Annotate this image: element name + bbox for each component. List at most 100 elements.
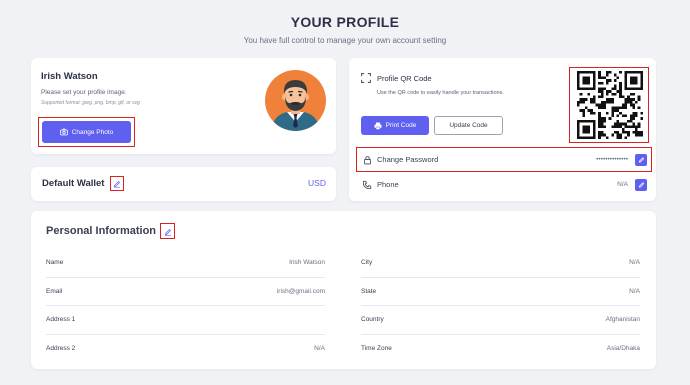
info-value: N/A bbox=[314, 345, 325, 353]
qr-module bbox=[584, 136, 588, 139]
qr-module bbox=[640, 87, 643, 91]
qr-module bbox=[611, 98, 614, 101]
qr-module bbox=[592, 119, 596, 123]
qr-module bbox=[619, 111, 622, 115]
qr-module bbox=[598, 133, 601, 137]
qr-module bbox=[606, 81, 609, 85]
qr-module bbox=[582, 100, 585, 104]
info-value: Irish Watson bbox=[289, 259, 325, 267]
change-photo-label: Change Photo bbox=[71, 128, 114, 136]
qr-module bbox=[582, 81, 585, 85]
pencil-icon bbox=[113, 179, 121, 188]
qr-module bbox=[598, 111, 601, 115]
phone-edit-button[interactable] bbox=[635, 178, 647, 191]
qr-module bbox=[590, 71, 593, 74]
qr-module bbox=[600, 133, 604, 137]
qr-module bbox=[584, 71, 588, 74]
qr-module bbox=[587, 79, 591, 82]
change-photo-button[interactable]: Change Photo bbox=[42, 121, 131, 143]
qr-module bbox=[619, 133, 622, 137]
qr-module bbox=[592, 73, 596, 77]
qr-module bbox=[632, 125, 636, 129]
qr-module bbox=[624, 130, 628, 134]
info-label: Address 2 bbox=[46, 345, 76, 353]
qr-module bbox=[584, 98, 588, 101]
qr-module bbox=[603, 76, 607, 80]
qr-module bbox=[640, 81, 643, 85]
qr-module bbox=[624, 76, 628, 80]
qr-module bbox=[613, 73, 617, 77]
qr-module bbox=[590, 111, 593, 115]
info-value: N/A bbox=[629, 287, 640, 295]
qr-module bbox=[632, 130, 636, 134]
qr-module bbox=[627, 71, 630, 74]
qr-module bbox=[621, 130, 625, 134]
qr-module bbox=[616, 90, 620, 93]
qr-module bbox=[600, 122, 604, 126]
qr-module bbox=[624, 98, 628, 101]
qr-module bbox=[611, 92, 614, 96]
qr-module bbox=[629, 71, 633, 74]
qr-module bbox=[592, 71, 596, 74]
info-label: Address 1 bbox=[46, 316, 76, 324]
qr-module bbox=[632, 106, 636, 110]
qr-module bbox=[598, 122, 601, 126]
qr-module bbox=[635, 128, 638, 131]
qr-module bbox=[624, 100, 628, 104]
qr-module bbox=[632, 92, 636, 96]
qr-module bbox=[577, 136, 580, 139]
qr-title: Profile QR Code bbox=[377, 73, 432, 83]
password-edit-button[interactable] bbox=[635, 153, 647, 166]
phone-row[interactable]: Phone N/A bbox=[361, 176, 647, 193]
qr-module bbox=[598, 114, 601, 118]
qr-module bbox=[592, 136, 596, 139]
qr-module bbox=[611, 111, 614, 115]
page-subtitle: You have full control to manage your own… bbox=[243, 36, 447, 45]
qr-module bbox=[598, 71, 601, 74]
qr-module bbox=[637, 87, 641, 91]
qr-module bbox=[608, 79, 612, 82]
qr-module bbox=[619, 81, 622, 85]
qr-module bbox=[577, 100, 580, 104]
qr-module bbox=[600, 95, 604, 99]
update-code-button[interactable]: Update Code bbox=[434, 116, 503, 135]
qr-module bbox=[613, 122, 617, 126]
qr-module bbox=[577, 119, 580, 123]
qr-module bbox=[577, 87, 580, 91]
qr-module bbox=[598, 73, 601, 77]
qr-module bbox=[579, 119, 583, 123]
qr-module bbox=[608, 98, 612, 101]
qr-module bbox=[632, 114, 636, 118]
qr-module bbox=[592, 128, 596, 131]
print-code-button[interactable]: Print Code bbox=[361, 116, 429, 135]
qr-module bbox=[577, 73, 580, 77]
qr-module bbox=[600, 119, 604, 123]
info-row-address-1: Address 1 bbox=[46, 306, 325, 335]
personal-info-edit-button[interactable] bbox=[160, 223, 175, 239]
qr-module bbox=[624, 71, 628, 74]
qr-module bbox=[640, 117, 643, 120]
qr-module bbox=[619, 71, 622, 74]
qr-module bbox=[598, 90, 601, 93]
qr-module bbox=[637, 133, 641, 137]
change-password-row[interactable]: Change Password •••••••••••••• bbox=[361, 151, 647, 168]
qr-module bbox=[577, 103, 580, 107]
qr-module bbox=[592, 100, 596, 104]
qr-module bbox=[587, 125, 591, 129]
qr-module bbox=[635, 81, 638, 85]
qr-module bbox=[635, 114, 638, 118]
info-row-name: Name Irish Watson bbox=[46, 249, 325, 278]
password-masked-value: •••••••••••••• bbox=[596, 156, 628, 163]
info-label: Country bbox=[361, 316, 384, 324]
wallet-edit-button[interactable] bbox=[110, 176, 124, 191]
info-value: Afghanistan bbox=[605, 316, 640, 324]
qr-module bbox=[582, 87, 585, 91]
qr-module bbox=[616, 114, 620, 118]
qr-module bbox=[621, 95, 625, 99]
qr-module bbox=[598, 117, 601, 120]
qr-module bbox=[616, 130, 620, 134]
qr-module bbox=[587, 130, 591, 134]
qr-module bbox=[611, 109, 614, 112]
qr-module bbox=[577, 130, 580, 134]
avatar bbox=[265, 70, 326, 131]
